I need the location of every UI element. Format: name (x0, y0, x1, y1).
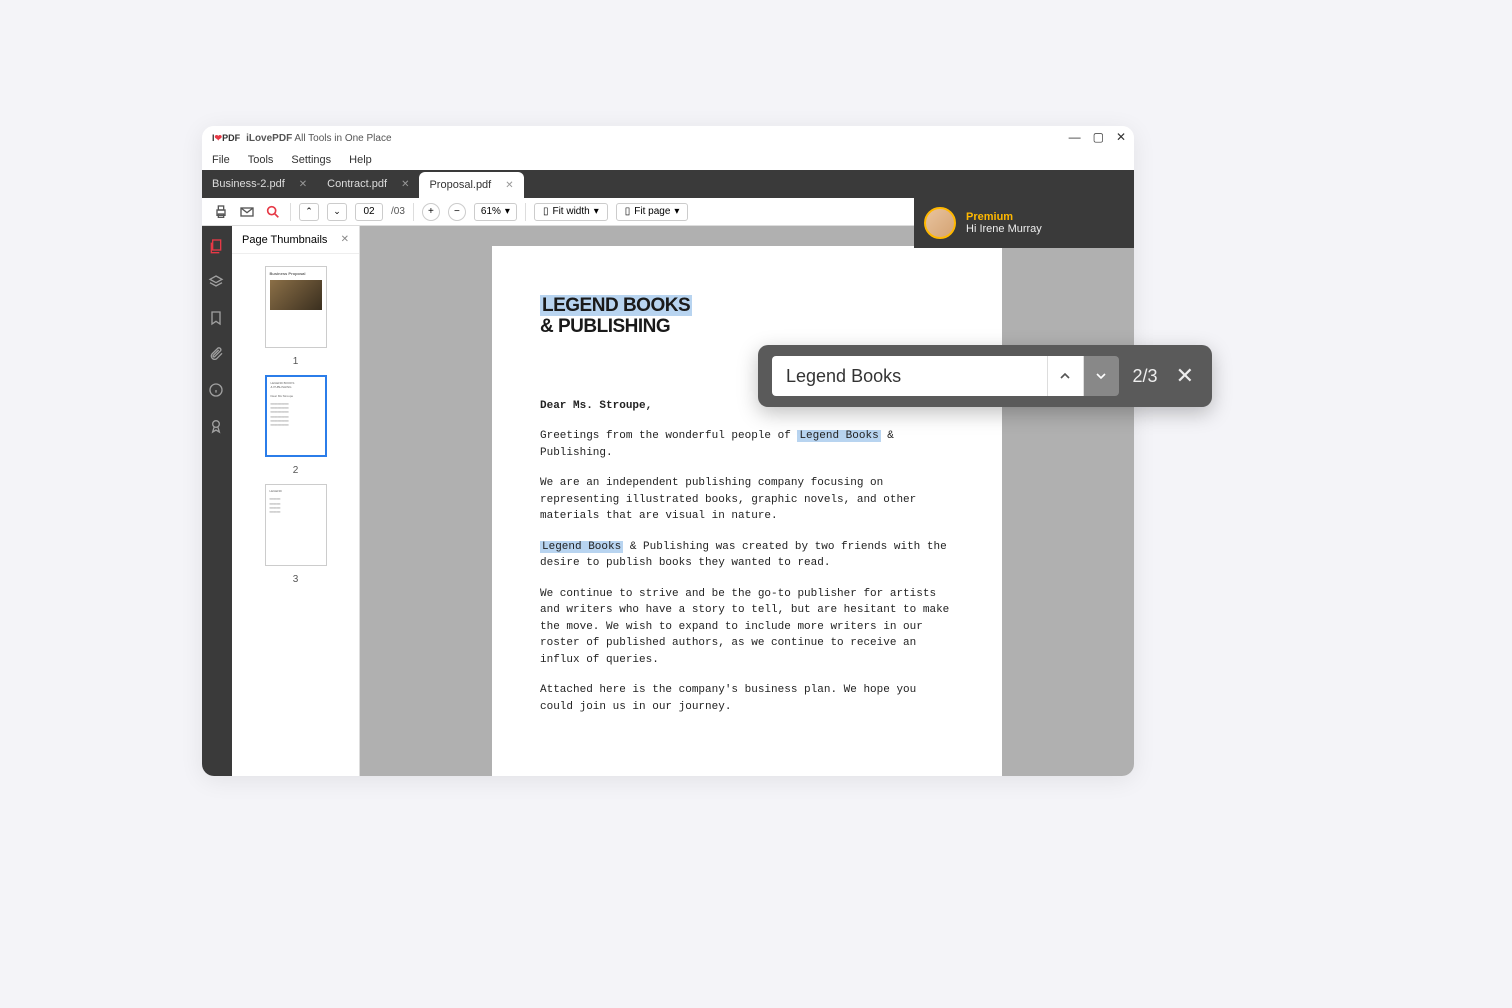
tab-contract[interactable]: Contract.pdf ✕ (317, 170, 419, 198)
page-input[interactable] (355, 203, 383, 221)
page-up-button[interactable]: ⌃ (299, 203, 319, 221)
doc-title: LEGEND BOOKS & PUBLISHING (540, 296, 954, 338)
fit-width-button[interactable]: ▯ Fit width ▾ (534, 203, 608, 221)
award-icon[interactable] (208, 418, 226, 436)
thumbnail-1[interactable]: Business Proposal (265, 266, 327, 348)
search-prev-button[interactable] (1047, 356, 1083, 396)
avatar (924, 207, 956, 239)
title-bar: I❤PDF iLovePDF All Tools in One Place — … (202, 126, 1134, 150)
zoom-out-button[interactable]: − (448, 203, 466, 221)
mail-icon[interactable] (238, 203, 256, 221)
user-greeting: Hi Irene Murray (966, 223, 1042, 235)
thumbnails-list: Business Proposal 1 LEGEND BOOKS& PUBLIS… (232, 254, 359, 597)
search-close-icon[interactable]: ✕ (1172, 363, 1198, 389)
tab-label: Business-2.pdf (212, 178, 285, 190)
thumb-number: 2 (293, 465, 299, 476)
search-input[interactable] (772, 356, 1047, 396)
document-page: LEGEND BOOKS & PUBLISHING Dear Ms. Strou… (492, 246, 1002, 776)
menu-bar: File Tools Settings Help (202, 150, 1134, 170)
zoom-in-button[interactable]: + (422, 203, 440, 221)
document-viewer[interactable]: LEGEND BOOKS & PUBLISHING Dear Ms. Strou… (360, 226, 1134, 776)
separator (525, 203, 526, 221)
search-bar: 2/3 ✕ (758, 345, 1212, 407)
thumb-number: 1 (293, 356, 299, 367)
thumbnail-2[interactable]: LEGEND BOOKS& PUBLISHINGDear Ms Stroupe━… (265, 375, 327, 457)
fit-page-button[interactable]: ▯ Fit page ▾ (616, 203, 689, 221)
doc-body: Dear Ms. Stroupe, Greetings from the won… (540, 398, 954, 716)
thumbnails-panel: Page Thumbnails ✕ Business Proposal 1 LE… (232, 226, 360, 776)
print-icon[interactable] (212, 203, 230, 221)
tab-label: Proposal.pdf (429, 179, 491, 191)
separator (290, 203, 291, 221)
side-rail (202, 226, 232, 776)
panel-close-icon[interactable]: ✕ (341, 234, 349, 245)
app-window: I❤PDF iLovePDF All Tools in One Place — … (202, 126, 1134, 776)
zoom-dropdown[interactable]: 61% ▾ (474, 203, 517, 221)
info-icon[interactable] (208, 382, 226, 400)
menu-help[interactable]: Help (349, 154, 372, 166)
panel-title: Page Thumbnails (242, 234, 327, 246)
page-down-button[interactable]: ⌄ (327, 203, 347, 221)
user-text: Premium Hi Irene Murray (966, 211, 1042, 235)
tab-close-icon[interactable]: ✕ (299, 179, 307, 190)
menu-file[interactable]: File (212, 154, 230, 166)
search-next-button[interactable] (1083, 356, 1119, 396)
menu-settings[interactable]: Settings (291, 154, 331, 166)
close-icon[interactable]: ✕ (1116, 130, 1126, 144)
maximize-icon[interactable]: ▢ (1093, 130, 1104, 144)
attachment-icon[interactable] (208, 346, 226, 364)
bookmark-icon[interactable] (208, 310, 226, 328)
tab-label: Contract.pdf (327, 178, 387, 190)
menu-tools[interactable]: Tools (248, 154, 274, 166)
tab-close-icon[interactable]: ✕ (505, 180, 513, 191)
user-tier: Premium (966, 211, 1042, 223)
search-icon[interactable] (264, 203, 282, 221)
thumb-number: 3 (293, 574, 299, 585)
page-total: /03 (391, 206, 405, 217)
window-controls: — ▢ ✕ (1069, 130, 1126, 144)
tab-proposal[interactable]: Proposal.pdf ✕ (419, 172, 523, 198)
pages-icon[interactable] (208, 238, 226, 256)
search-count: 2/3 (1133, 366, 1158, 387)
chevron-down-icon: ▾ (505, 206, 510, 217)
tab-business[interactable]: Business-2.pdf ✕ (202, 170, 317, 198)
thumbnail-3[interactable]: LEGEND━━━━━━━━━━━━━━━━━━━━━━━━ (265, 484, 327, 566)
app-name: iLovePDF All Tools in One Place (246, 133, 391, 144)
app-logo: I❤PDF (212, 133, 240, 144)
minimize-icon[interactable]: — (1069, 130, 1081, 144)
separator (413, 203, 414, 221)
tab-close-icon[interactable]: ✕ (401, 179, 409, 190)
user-area[interactable]: Premium Hi Irene Murray (914, 198, 1134, 248)
content-area: Page Thumbnails ✕ Business Proposal 1 LE… (202, 226, 1134, 776)
thumbnails-header: Page Thumbnails ✕ (232, 226, 359, 254)
layers-icon[interactable] (208, 274, 226, 292)
tabs-row: Business-2.pdf ✕ Contract.pdf ✕ Proposal… (202, 170, 1134, 198)
